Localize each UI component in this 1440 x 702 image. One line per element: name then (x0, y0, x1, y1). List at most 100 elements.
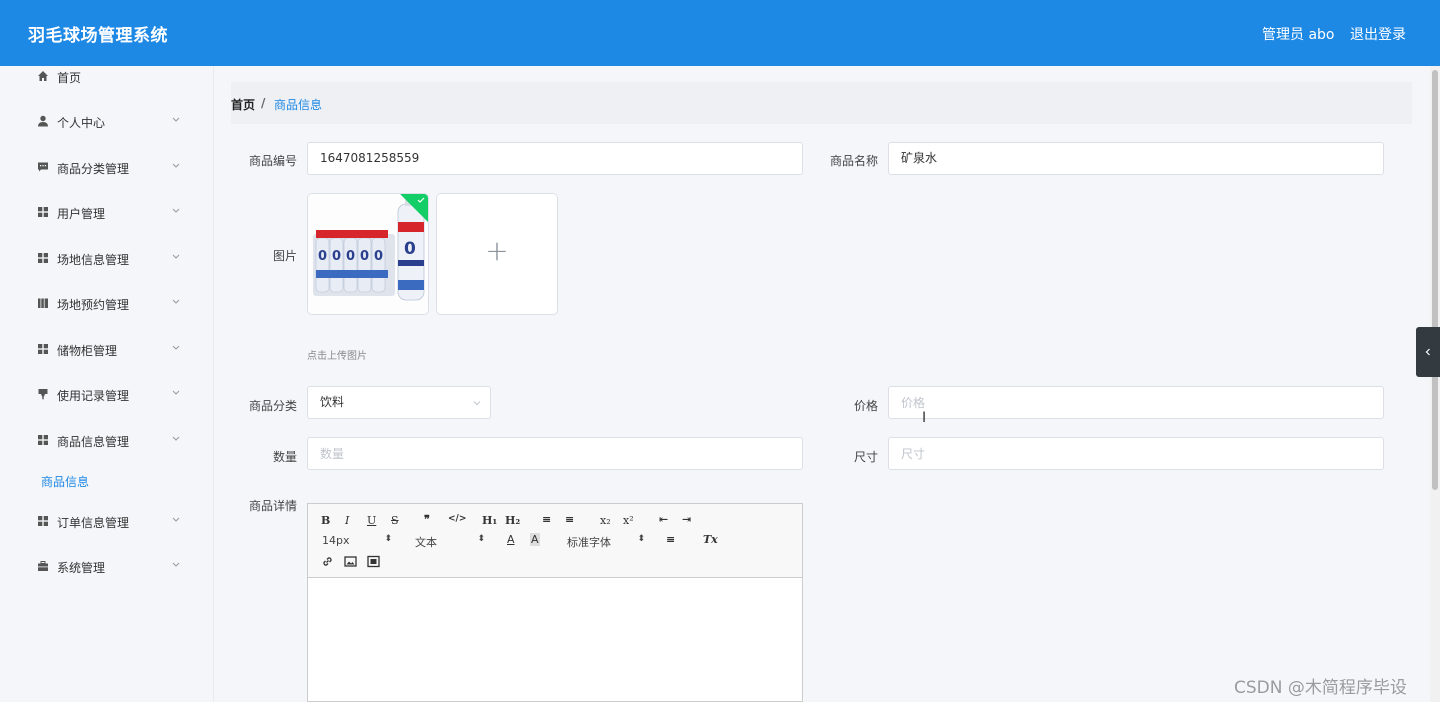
grid-icon (38, 344, 48, 354)
product-image-thumbnail[interactable]: 00000 0 (307, 193, 429, 315)
background-color-button[interactable]: A (530, 533, 540, 546)
price-input[interactable] (888, 386, 1384, 419)
select-arrows-icon: ⬍ (637, 534, 645, 544)
user-icon (38, 115, 48, 127)
sidebar-item-label: 首页 (57, 71, 82, 85)
page-scrollbar[interactable] (1430, 66, 1440, 702)
size-label: 尺寸 (853, 450, 878, 464)
category-label: 商品分类 (248, 399, 297, 413)
price-label: 价格 (853, 399, 878, 413)
code-block-button[interactable]: </> (448, 514, 466, 524)
sidebar-item-orders[interactable]: 订单信息管理 (0, 507, 214, 537)
chevron-down-icon (172, 436, 180, 441)
indent-button[interactable]: ⇥ (682, 513, 691, 526)
sidebar-item-venues[interactable]: 场地信息管理 (0, 244, 214, 274)
subscript-button[interactable]: x₂ (600, 514, 611, 527)
chevron-down-icon (172, 208, 180, 213)
sidebar-item-profile[interactable]: 个人中心 (0, 107, 214, 137)
image-label: 图片 (272, 249, 297, 263)
bullet-list-button[interactable]: ≡ (565, 513, 574, 526)
message-icon (38, 162, 48, 172)
sidebar-item-label: 订单信息管理 (57, 516, 130, 530)
svg-text:0: 0 (404, 239, 416, 259)
select-arrows-icon: ⬍ (477, 534, 485, 544)
sidebar: 首页 个人中心 商品分类管理 用户管理 场地信息管理 场地预约管理 储物柜管理 … (0, 66, 214, 702)
header-select[interactable]: 文本 ⬍ (415, 534, 485, 550)
book-icon (38, 298, 48, 308)
category-select[interactable]: 饮料 (307, 386, 491, 419)
header-select-value: 文本 (415, 536, 437, 549)
svg-text:0: 0 (360, 249, 369, 264)
sidebar-subitem-product-info[interactable]: 商品信息 (41, 473, 89, 490)
sidebar-item-category[interactable]: 商品分类管理 (0, 153, 214, 183)
breadcrumb-separator: / (261, 96, 266, 110)
chevron-down-icon (172, 345, 180, 350)
strike-button[interactable]: S (391, 514, 399, 527)
sidebar-item-products[interactable]: 商品信息管理 (0, 426, 214, 456)
logout-link[interactable]: 退出登录 (1350, 24, 1406, 44)
chevron-down-icon (473, 401, 481, 406)
image-icon[interactable] (344, 555, 357, 568)
editor-toolbar: B I U S ❞ </> H₁ H₂ ≡ ≡ x₂ x² ⇤ ⇥ 14px ⬍… (308, 504, 802, 578)
collapse-panel-tab[interactable] (1416, 327, 1440, 377)
app-title: 羽毛球场管理系统 (28, 26, 168, 46)
font-family-select[interactable]: 标准字体 ⬍ (567, 534, 645, 550)
briefcase-icon (38, 561, 48, 571)
text-color-button[interactable]: A (507, 533, 515, 546)
grid-icon (38, 207, 48, 217)
sidebar-item-label: 使用记录管理 (57, 389, 130, 403)
top-header: 羽毛球场管理系统 管理员 abo 退出登录 (0, 0, 1440, 66)
detail-label: 商品详情 (248, 499, 297, 513)
superscript-button[interactable]: x² (623, 514, 634, 527)
product-code-field[interactable]: 1647081258559 (307, 142, 803, 175)
sidebar-item-home[interactable]: 首页 (0, 62, 214, 92)
ordered-list-button[interactable]: ≡ (542, 513, 551, 526)
font-size-value: 14px (322, 534, 350, 547)
grid-icon (38, 516, 48, 526)
sidebar-item-reservations[interactable]: 场地预约管理 (0, 289, 214, 319)
sidebar-item-users[interactable]: 用户管理 (0, 198, 214, 228)
chevron-down-icon (172, 562, 180, 567)
sidebar-item-label: 场地预约管理 (57, 298, 130, 312)
select-arrows-icon: ⬍ (384, 534, 392, 544)
upload-image-button[interactable]: + (436, 193, 558, 315)
chevron-down-icon (172, 117, 180, 122)
current-user: 管理员 abo (1262, 27, 1335, 43)
header2-button[interactable]: H₂ (505, 514, 520, 527)
grid-icon (38, 253, 48, 263)
size-input[interactable] (888, 437, 1384, 470)
sidebar-item-system[interactable]: 系统管理 (0, 552, 214, 582)
italic-button[interactable]: I (345, 514, 349, 527)
category-selected-value: 饮料 (320, 395, 345, 409)
chevron-down-icon (172, 299, 180, 304)
scrollbar-thumb[interactable] (1432, 70, 1438, 490)
link-icon[interactable] (321, 555, 334, 568)
video-icon[interactable] (367, 555, 380, 568)
water-bottles-image: 00000 0 (308, 194, 428, 314)
check-icon (417, 197, 425, 203)
chevron-down-icon (172, 390, 180, 395)
sidebar-item-label: 商品信息管理 (57, 435, 130, 449)
plus-icon: + (485, 234, 509, 267)
blockquote-button[interactable]: ❞ (424, 513, 430, 526)
sidebar-item-label: 个人中心 (57, 116, 106, 130)
outdent-button[interactable]: ⇤ (659, 513, 668, 526)
bold-button[interactable]: B (321, 514, 330, 527)
svg-text:0: 0 (318, 249, 327, 264)
clean-format-button[interactable]: Tx (703, 533, 718, 546)
font-size-select[interactable]: 14px ⬍ (322, 534, 392, 547)
chevron-left-icon (1425, 348, 1430, 356)
chevron-down-icon (172, 254, 180, 259)
quantity-input[interactable] (307, 437, 803, 470)
breadcrumb-home[interactable]: 首页 (231, 96, 255, 113)
watermark: CSDN @木简程序毕设 (1234, 678, 1407, 698)
sidebar-item-usage-records[interactable]: 使用记录管理 (0, 380, 214, 410)
sidebar-item-lockers[interactable]: 储物柜管理 (0, 335, 214, 365)
chevron-down-icon (172, 163, 180, 168)
underline-button[interactable]: U (367, 514, 376, 527)
product-name-field[interactable]: 矿泉水 (888, 142, 1384, 175)
align-button[interactable]: ≡ (666, 533, 675, 546)
grid-icon (38, 435, 48, 445)
font-family-value: 标准字体 (567, 536, 611, 549)
header1-button[interactable]: H₁ (482, 514, 497, 527)
